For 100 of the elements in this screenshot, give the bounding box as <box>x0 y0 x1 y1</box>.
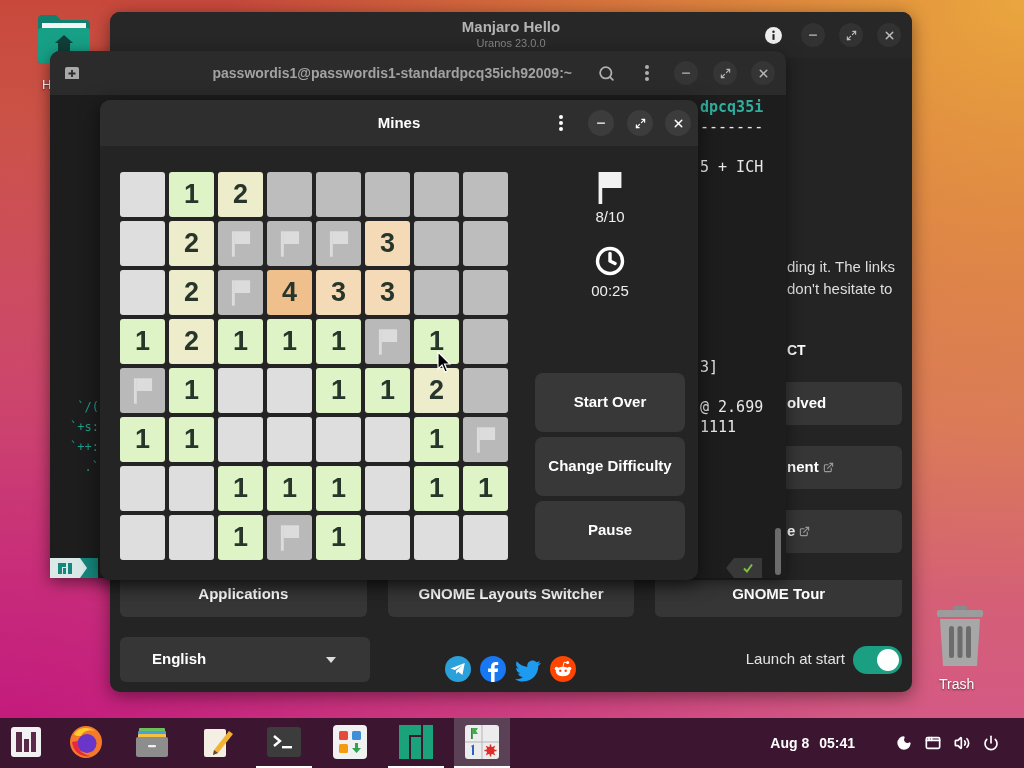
power-icon[interactable] <box>983 735 999 751</box>
volume-icon[interactable] <box>954 735 970 751</box>
flagged-tile[interactable] <box>365 319 410 364</box>
number-tile[interactable]: 1 <box>267 319 312 364</box>
revealed-tile[interactable] <box>218 368 263 413</box>
number-tile[interactable]: 1 <box>169 172 214 217</box>
game-button[interactable]: Change Difficulty <box>535 437 685 496</box>
app-button[interactable]: GNOME Tour <box>655 580 902 617</box>
number-tile[interactable]: 1 <box>414 319 459 364</box>
window-icon[interactable] <box>925 735 941 751</box>
number-tile[interactable]: 1 <box>267 466 312 511</box>
number-tile[interactable]: 1 <box>414 417 459 462</box>
close-button[interactable] <box>751 61 775 85</box>
maximize-button[interactable] <box>713 61 737 85</box>
revealed-tile[interactable] <box>365 466 410 511</box>
number-tile[interactable]: 1 <box>463 466 508 511</box>
revealed-tile[interactable] <box>120 515 165 560</box>
flagged-tile[interactable] <box>218 270 263 315</box>
flagged-tile[interactable] <box>218 221 263 266</box>
link-button[interactable]: nent <box>786 446 902 489</box>
alien-face-icon[interactable] <box>550 656 577 682</box>
flag-icon <box>132 377 153 404</box>
number-tile[interactable]: 3 <box>365 270 410 315</box>
game-button[interactable]: Pause <box>535 501 685 560</box>
revealed-tile[interactable] <box>463 515 508 560</box>
number-tile[interactable]: 2 <box>169 221 214 266</box>
covered-tile[interactable] <box>414 270 459 315</box>
number-tile[interactable]: 1 <box>169 368 214 413</box>
number-tile[interactable]: 1 <box>218 515 263 560</box>
revealed-tile[interactable] <box>120 466 165 511</box>
number-tile[interactable]: 1 <box>316 368 361 413</box>
maximize-button[interactable] <box>627 110 653 136</box>
revealed-tile[interactable] <box>365 417 410 462</box>
flagged-tile[interactable] <box>267 221 312 266</box>
revealed-tile[interactable] <box>120 270 165 315</box>
covered-tile[interactable] <box>463 221 508 266</box>
number-tile[interactable]: 1 <box>316 319 361 364</box>
number-tile[interactable]: 2 <box>169 270 214 315</box>
moon-icon[interactable] <box>896 735 912 751</box>
covered-tile[interactable] <box>414 172 459 217</box>
prompt-badge-icon <box>50 558 98 578</box>
covered-tile[interactable] <box>365 172 410 217</box>
taskbar-item[interactable] <box>454 718 510 768</box>
revealed-tile[interactable] <box>365 515 410 560</box>
flagged-tile[interactable] <box>267 515 312 560</box>
covered-tile[interactable] <box>414 221 459 266</box>
number-tile[interactable]: 3 <box>316 270 361 315</box>
toggle-switch[interactable] <box>853 645 902 674</box>
app-button[interactable]: Applications <box>120 580 367 617</box>
game-button[interactable]: Start Over <box>535 373 685 432</box>
minimize-button[interactable] <box>801 23 825 47</box>
window-title: Mines <box>377 112 421 133</box>
number-tile[interactable]: 1 <box>316 515 361 560</box>
number-tile[interactable]: 1 <box>120 417 165 462</box>
revealed-tile[interactable] <box>316 417 361 462</box>
revealed-tile[interactable] <box>169 515 214 560</box>
number-tile[interactable]: 1 <box>218 319 263 364</box>
external-link-icon <box>822 462 834 473</box>
covered-tile[interactable] <box>316 172 361 217</box>
flagged-tile[interactable] <box>463 417 508 462</box>
bird-icon[interactable] <box>515 660 542 682</box>
revealed-tile[interactable] <box>414 515 459 560</box>
flag-icon <box>377 328 398 355</box>
close-button[interactable] <box>665 110 691 136</box>
revealed-tile[interactable] <box>267 368 312 413</box>
letter-f-logo-icon[interactable] <box>480 656 507 682</box>
minimize-button[interactable] <box>674 61 698 85</box>
minimize-button[interactable] <box>588 110 614 136</box>
close-button[interactable] <box>877 23 901 47</box>
number-tile[interactable]: 1 <box>218 466 263 511</box>
covered-tile[interactable] <box>463 270 508 315</box>
number-tile[interactable]: 2 <box>169 319 214 364</box>
app-button[interactable]: GNOME Layouts Switcher <box>387 580 635 617</box>
flagged-tile[interactable] <box>120 368 165 413</box>
revealed-tile[interactable] <box>267 417 312 462</box>
number-tile[interactable]: 3 <box>365 221 410 266</box>
maximize-button[interactable] <box>839 23 863 47</box>
language-dropdown[interactable]: English <box>120 637 370 682</box>
revealed-tile[interactable] <box>169 466 214 511</box>
number-tile[interactable]: 1 <box>120 319 165 364</box>
revealed-tile[interactable] <box>218 417 263 462</box>
number-tile[interactable]: 1 <box>169 417 214 462</box>
number-tile[interactable]: 2 <box>414 368 459 413</box>
covered-tile[interactable] <box>267 172 312 217</box>
link-button[interactable]: e <box>786 510 902 553</box>
number-tile[interactable]: 1 <box>414 466 459 511</box>
scrollbar[interactable] <box>775 528 781 575</box>
number-tile[interactable]: 1 <box>365 368 410 413</box>
covered-tile[interactable] <box>463 368 508 413</box>
number-tile[interactable]: 4 <box>267 270 312 315</box>
flagged-tile[interactable] <box>316 221 361 266</box>
link-button[interactable]: olved <box>786 382 902 425</box>
globe-icon <box>69 725 103 759</box>
covered-tile[interactable] <box>463 319 508 364</box>
number-tile[interactable]: 2 <box>218 172 263 217</box>
paper-plane-icon[interactable] <box>445 656 472 682</box>
number-tile[interactable]: 1 <box>316 466 361 511</box>
covered-tile[interactable] <box>463 172 508 217</box>
revealed-tile[interactable] <box>120 172 165 217</box>
revealed-tile[interactable] <box>120 221 165 266</box>
